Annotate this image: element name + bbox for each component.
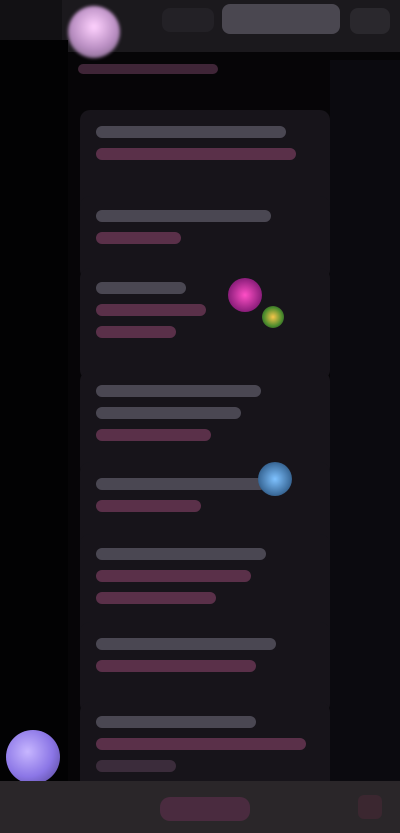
message-line	[96, 500, 201, 512]
menu-icon[interactable]	[358, 795, 382, 819]
message-line	[96, 548, 266, 560]
settings-button[interactable]	[350, 8, 390, 34]
message-line	[96, 326, 176, 338]
message-line	[96, 126, 286, 138]
right-rail	[330, 60, 400, 783]
message-line	[96, 210, 271, 222]
message-line	[96, 304, 206, 316]
message-line	[96, 429, 211, 441]
message-line	[96, 385, 261, 397]
message-line	[96, 716, 256, 728]
message-card-3[interactable]	[80, 268, 330, 380]
message-line	[96, 738, 306, 750]
app-root	[0, 0, 400, 833]
profile-avatar[interactable]	[68, 6, 120, 58]
message-line	[96, 232, 181, 244]
message-line	[96, 570, 251, 582]
sticker-icon	[228, 278, 262, 312]
message-line	[96, 660, 256, 672]
left-rail	[0, 40, 68, 783]
title-pill[interactable]	[222, 4, 340, 34]
message-line	[96, 282, 186, 294]
message-line	[96, 760, 176, 772]
message-feed[interactable]	[72, 56, 330, 804]
message-line	[96, 407, 241, 419]
message-card-7[interactable]	[80, 622, 330, 714]
message-line	[96, 148, 296, 160]
emoji-icon	[262, 306, 284, 328]
tab-1[interactable]	[162, 8, 214, 32]
avatar-icon[interactable]	[6, 730, 60, 784]
message-line	[96, 638, 276, 650]
sticker-icon	[258, 462, 292, 496]
message-line	[96, 592, 216, 604]
bottom-bar	[0, 781, 400, 833]
primary-action-button[interactable]	[160, 797, 250, 821]
message-line	[96, 478, 266, 490]
